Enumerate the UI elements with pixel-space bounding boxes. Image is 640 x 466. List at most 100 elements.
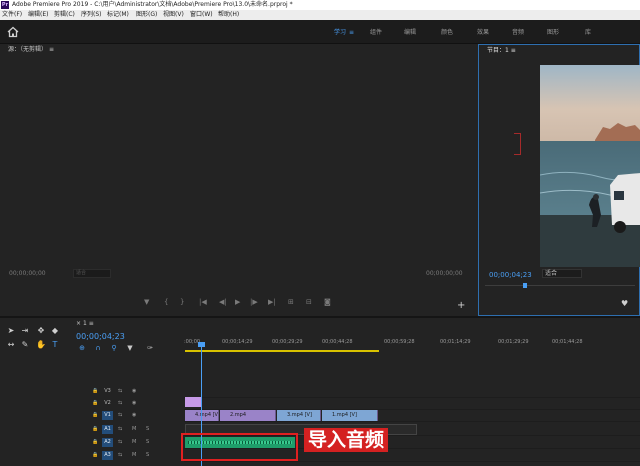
- nest-toggle-icon[interactable]: ⊕: [78, 344, 86, 352]
- lock-icon[interactable]: 🔒: [92, 388, 98, 394]
- menu-view[interactable]: 视图(V): [163, 10, 184, 20]
- linked-selection-icon[interactable]: ⚲: [110, 344, 118, 352]
- lock-icon[interactable]: 🔒: [92, 452, 98, 458]
- program-fit-dropdown[interactable]: 适合: [542, 269, 582, 278]
- menu-file[interactable]: 文件(F): [2, 10, 22, 20]
- graphic-clip[interactable]: [185, 397, 201, 407]
- eye-icon[interactable]: ◉: [132, 388, 136, 394]
- time-ruler[interactable]: :00;00 00;00;14;29 00;00;29;29 00;00;44;…: [184, 335, 640, 351]
- go-to-out-icon[interactable]: ▶|: [268, 298, 276, 306]
- mark-in-icon[interactable]: {: [164, 298, 168, 306]
- ripple-edit-icon[interactable]: ✥: [36, 326, 46, 336]
- workspace-tab-learning[interactable]: 学习 ≡: [334, 27, 354, 36]
- program-monitor-title[interactable]: 节目：1 ≡: [479, 45, 516, 56]
- eye-icon[interactable]: ◉: [132, 400, 136, 406]
- menu-bar: 文件(F) 编辑(E) 剪辑(C) 序列(S) 标记(M) 图形(G) 视图(V…: [0, 10, 640, 20]
- workspace-menu-icon[interactable]: ≡: [349, 29, 354, 36]
- video-clip[interactable]: 3.mp4 [V]: [277, 410, 321, 421]
- solo-button[interactable]: S: [146, 452, 149, 458]
- video-clip[interactable]: 4.mp4 [V]: [185, 410, 219, 421]
- overwrite-icon[interactable]: ⊟: [306, 298, 312, 306]
- sync-lock-icon[interactable]: ⇆: [118, 388, 122, 394]
- step-forward-icon[interactable]: |▶: [250, 298, 258, 306]
- mute-button[interactable]: M: [132, 439, 136, 445]
- track-label[interactable]: V3: [102, 387, 113, 396]
- sync-lock-icon[interactable]: ⇆: [118, 452, 122, 458]
- track-label[interactable]: A3: [102, 451, 113, 460]
- sync-lock-icon[interactable]: ⇆: [118, 426, 122, 432]
- source-monitor-title[interactable]: 源：（无剪辑） ≡: [0, 44, 54, 55]
- selection-tool-icon[interactable]: ➤: [6, 326, 16, 336]
- track-header-a1: 🔒 A1 ⇆ M S: [68, 424, 184, 436]
- razor-icon[interactable]: ◆: [50, 326, 60, 336]
- workspace-tab-editing[interactable]: 编辑: [404, 27, 416, 36]
- program-timecode[interactable]: 00;00;04;23: [489, 271, 532, 279]
- sync-lock-icon[interactable]: ⇆: [118, 412, 122, 418]
- add-marker-icon[interactable]: ▼: [126, 344, 134, 352]
- program-playhead[interactable]: [523, 283, 527, 288]
- workspace-tab-graphics[interactable]: 图形: [547, 27, 559, 36]
- eye-icon[interactable]: ◉: [132, 412, 136, 418]
- workspace-tab-label: 学习: [334, 29, 347, 36]
- pen-icon[interactable]: ✎: [20, 340, 30, 350]
- track-row-v2[interactable]: [184, 398, 640, 410]
- mute-button[interactable]: M: [132, 452, 136, 458]
- settings-wrench-icon[interactable]: ✑: [146, 344, 154, 352]
- track-label[interactable]: V1: [102, 411, 113, 420]
- hand-icon[interactable]: ✋: [36, 340, 46, 350]
- workspace-tab-libraries[interactable]: 库: [585, 27, 591, 36]
- insert-icon[interactable]: ⊞: [288, 298, 294, 306]
- track-label[interactable]: A2: [102, 438, 113, 447]
- menu-sequence[interactable]: 序列(S): [81, 10, 102, 20]
- track-label[interactable]: V2: [102, 399, 113, 408]
- mark-out-icon[interactable]: }: [180, 298, 184, 306]
- source-fit-dropdown[interactable]: 适合: [73, 269, 111, 278]
- add-marker-icon[interactable]: ♥: [621, 299, 628, 308]
- track-select-icon[interactable]: ⇥: [20, 326, 30, 336]
- program-scrub-bar[interactable]: [485, 285, 635, 286]
- play-icon[interactable]: ▶: [235, 298, 240, 306]
- source-timecode-in[interactable]: 00;00;00;00: [9, 270, 46, 277]
- lock-icon[interactable]: 🔒: [92, 426, 98, 432]
- lock-icon[interactable]: 🔒: [92, 439, 98, 445]
- slip-icon[interactable]: ↔: [6, 340, 16, 350]
- solo-button[interactable]: S: [146, 439, 149, 445]
- annotation-callout: 导入音频: [304, 428, 389, 452]
- track-header-v2: 🔒 V2 ⇆ ◉: [68, 398, 184, 410]
- add-button-icon[interactable]: +: [457, 300, 465, 311]
- panel-menu-icon[interactable]: ≡: [49, 46, 54, 53]
- go-to-in-icon[interactable]: |◀: [199, 298, 207, 306]
- timeline-timecode[interactable]: 00;00;04;23: [76, 332, 125, 341]
- menu-window[interactable]: 窗口(W): [190, 10, 213, 20]
- panel-menu-icon[interactable]: ≡: [511, 47, 516, 54]
- workspace-tab-assembly[interactable]: 组件: [370, 27, 382, 36]
- export-frame-icon[interactable]: ◙: [324, 298, 331, 306]
- workspace-tab-color[interactable]: 颜色: [441, 27, 453, 36]
- type-icon[interactable]: T: [50, 340, 60, 350]
- solo-button[interactable]: S: [146, 426, 149, 432]
- workspace-tab-audio[interactable]: 音频: [512, 27, 524, 36]
- menu-graphics[interactable]: 图形(G): [136, 10, 157, 20]
- menu-help[interactable]: 帮助(H): [218, 10, 239, 20]
- menu-clip[interactable]: 剪辑(C): [54, 10, 75, 20]
- sync-lock-icon[interactable]: ⇆: [118, 439, 122, 445]
- track-row-v3[interactable]: [184, 386, 640, 398]
- mute-button[interactable]: M: [132, 426, 136, 432]
- lock-icon[interactable]: 🔒: [92, 412, 98, 418]
- home-icon[interactable]: [7, 26, 19, 38]
- track-label[interactable]: A1: [102, 425, 113, 434]
- video-clip[interactable]: 1.mp4 [V]: [322, 410, 378, 421]
- add-marker-icon[interactable]: ▼: [144, 298, 149, 306]
- panel-menu-icon[interactable]: ≡: [89, 320, 94, 327]
- snap-icon[interactable]: ∩: [94, 344, 102, 352]
- work-area-bar[interactable]: [185, 350, 379, 352]
- workspace-tab-effects[interactable]: 效果: [477, 27, 489, 36]
- lock-icon[interactable]: 🔒: [92, 400, 98, 406]
- sequence-tab[interactable]: × 1 ≡: [76, 320, 94, 327]
- sync-lock-icon[interactable]: ⇆: [118, 400, 122, 406]
- video-frame-image: [540, 65, 640, 267]
- menu-edit[interactable]: 编辑(E): [28, 10, 48, 20]
- video-clip[interactable]: 2.mp4: [220, 410, 276, 421]
- step-back-icon[interactable]: ◀|: [219, 298, 227, 306]
- menu-marker[interactable]: 标记(M): [107, 10, 129, 20]
